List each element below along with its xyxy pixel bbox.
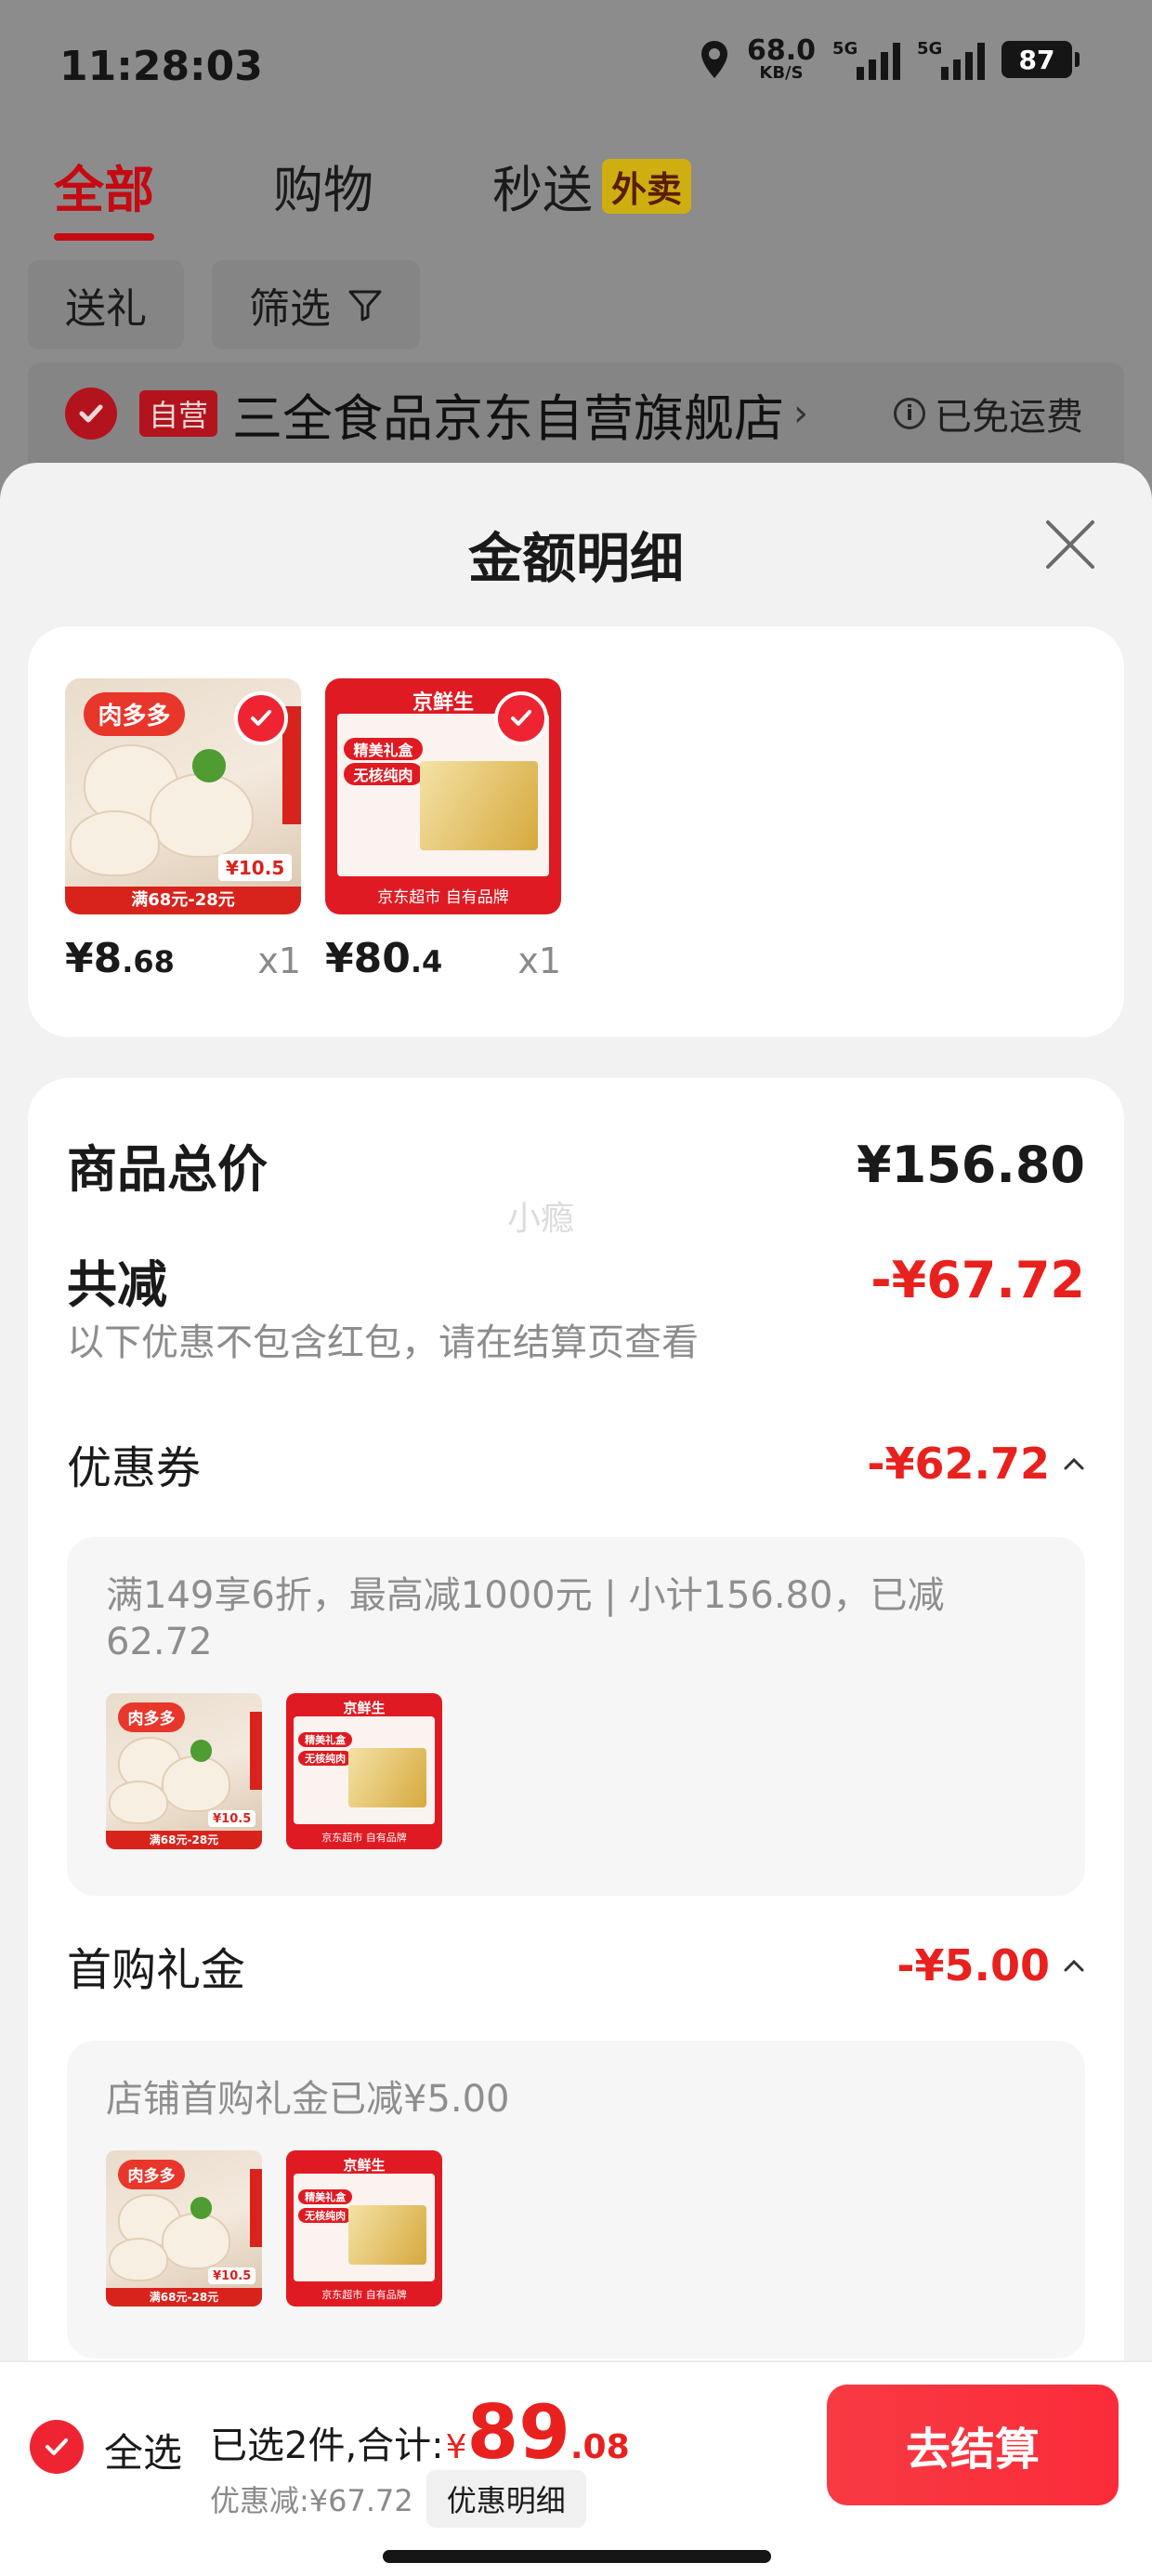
gift-chip[interactable]: 送礼 [28,260,184,349]
total-price-row: 商品总价 ¥156.80 [67,1128,1085,1202]
discount-detail-button[interactable]: 优惠明细 [425,2470,586,2528]
first-gift-desc: 店铺首购礼金已减¥5.00 [106,2078,510,2121]
tab-express[interactable]: 秒送 外卖 [492,149,692,222]
amount-detail-sheet: 金额明细 肉多多 ¥10.5 满68元-28元 ¥8.68 x1 京鲜生 精美礼… [0,463,1152,2576]
coupon-desc: 满149享6折，最高减1000元 | 小计156.80，已减62.72 [106,1574,945,1663]
product-price: ¥8.68 [65,935,175,982]
product-qty: x1 [517,940,561,981]
coupon-value: -¥62.72 [867,1439,1085,1489]
coupon-row[interactable]: 优惠券 -¥62.72 [67,1431,1085,1496]
selected-check-icon [234,691,288,745]
store-arrow-icon: › [793,392,809,435]
product-item[interactable]: 肉多多 ¥10.5 满68元-28元 ¥8.68 x1 [65,678,301,982]
gift-product-thumb: 京鲜生 精美礼盒 无核纯肉 京东超市 自有品牌 [286,2150,442,2307]
close-icon[interactable] [1042,517,1098,572]
status-icons: 68.0 KB/S 5G 5G 87 [699,34,1080,83]
total-reduce-label: 共减 [67,1255,167,1314]
takeout-badge: 外卖 [602,159,692,214]
signal-icon: 5G [832,39,900,80]
chevron-up-icon [1064,1457,1084,1470]
total-price-value: ¥156.80 [857,1136,1085,1194]
selected-check-icon [494,691,548,745]
gift-product-thumb: 肉多多 ¥10.5 满68元-28元 [106,2150,262,2307]
funnel-icon [348,290,382,322]
status-bar: 11:28:03 68.0 KB/S 5G 5G 87 [0,0,1152,130]
first-gift-label: 首购礼金 [67,1944,246,1996]
total-price-label: 商品总价 [67,1140,268,1199]
store-header: 自营 三全食品京东自营旗舰店 › i 已免运费 [28,362,1124,465]
battery-icon: 87 [1001,41,1080,78]
product-summary-card: 肉多多 ¥10.5 满68元-28元 ¥8.68 x1 京鲜生 精美礼盒 无核纯… [28,626,1124,1037]
discount-summary: 优惠减:¥67.72 优惠明细 [210,2470,586,2528]
select-all-check-icon[interactable] [30,2420,84,2474]
product-image: 肉多多 ¥10.5 满68元-28元 [65,678,301,914]
net-speed: 68.0 KB/S [746,34,816,83]
signal-icon-2: 5G [917,39,985,80]
store-name[interactable]: 三全食品京东自营旗舰店 [232,377,784,451]
checkout-button[interactable]: 去结算 [827,2385,1119,2505]
shipping-status[interactable]: i 已免运费 [894,387,1083,440]
price-detail-card: 小瘾 商品总价 ¥156.80 共减 -¥67.72 以下优惠不包含红包，请在结… [28,1078,1124,2576]
coupon-label: 优惠券 [67,1442,202,1494]
home-indicator[interactable] [383,2550,771,2563]
total-summary: 已选2件,合计: ¥ 89 .08 [210,2389,630,2476]
filter-chip[interactable]: 筛选 [212,260,420,349]
filter-chips: 送礼 筛选 [28,260,420,349]
select-all-label[interactable]: 全选 [104,2422,182,2478]
product-image: 京鲜生 精美礼盒 无核纯肉 京东超市 自有品牌 [325,678,561,914]
total-reduce-value: -¥67.72 [871,1251,1085,1309]
reduce-note: 以下优惠不包含红包，请在结算页查看 [67,1321,699,1364]
coupon-product-thumb: 肉多多 ¥10.5 满68元-28元 [106,1693,262,1849]
checkout-bar: 全选 已选2件,合计: ¥ 89 .08 优惠减:¥67.72 优惠明细 去结算 [0,2360,1152,2576]
product-qty: x1 [257,940,301,981]
first-gift-row[interactable]: 首购礼金 -¥5.00 [67,1933,1085,1998]
location-icon [700,41,727,78]
info-icon: i [894,398,925,429]
status-time: 11:28:03 [59,43,263,90]
first-gift-detail-box: 店铺首购礼金已减¥5.00 肉多多 ¥10.5 满68元-28元 京鲜生 精美礼… [67,2041,1085,2359]
coupon-detail-box: 满149享6折，最高减1000元 | 小计156.80，已减62.72 肉多多 … [67,1537,1085,1896]
coupon-product-thumb: 京鲜生 精美礼盒 无核纯肉 京东超市 自有品牌 [286,1693,442,1849]
total-reduce-row: 共减 -¥67.72 [67,1243,1085,1317]
first-gift-value: -¥5.00 [897,1940,1085,1991]
tab-shopping[interactable]: 购物 [273,149,373,222]
sheet-title: 金额明细 [467,527,684,590]
self-operated-badge: 自营 [139,390,218,437]
product-item[interactable]: 京鲜生 精美礼盒 无核纯肉 京东超市 自有品牌 ¥80.4 x1 [325,678,561,982]
tab-all[interactable]: 全部 [54,149,154,241]
cart-tabs: 全部 购物 秒送 外卖 [54,149,692,241]
product-price: ¥80.4 [325,935,443,982]
store-check-icon[interactable] [65,388,117,440]
chevron-up-icon [1064,1959,1084,1972]
